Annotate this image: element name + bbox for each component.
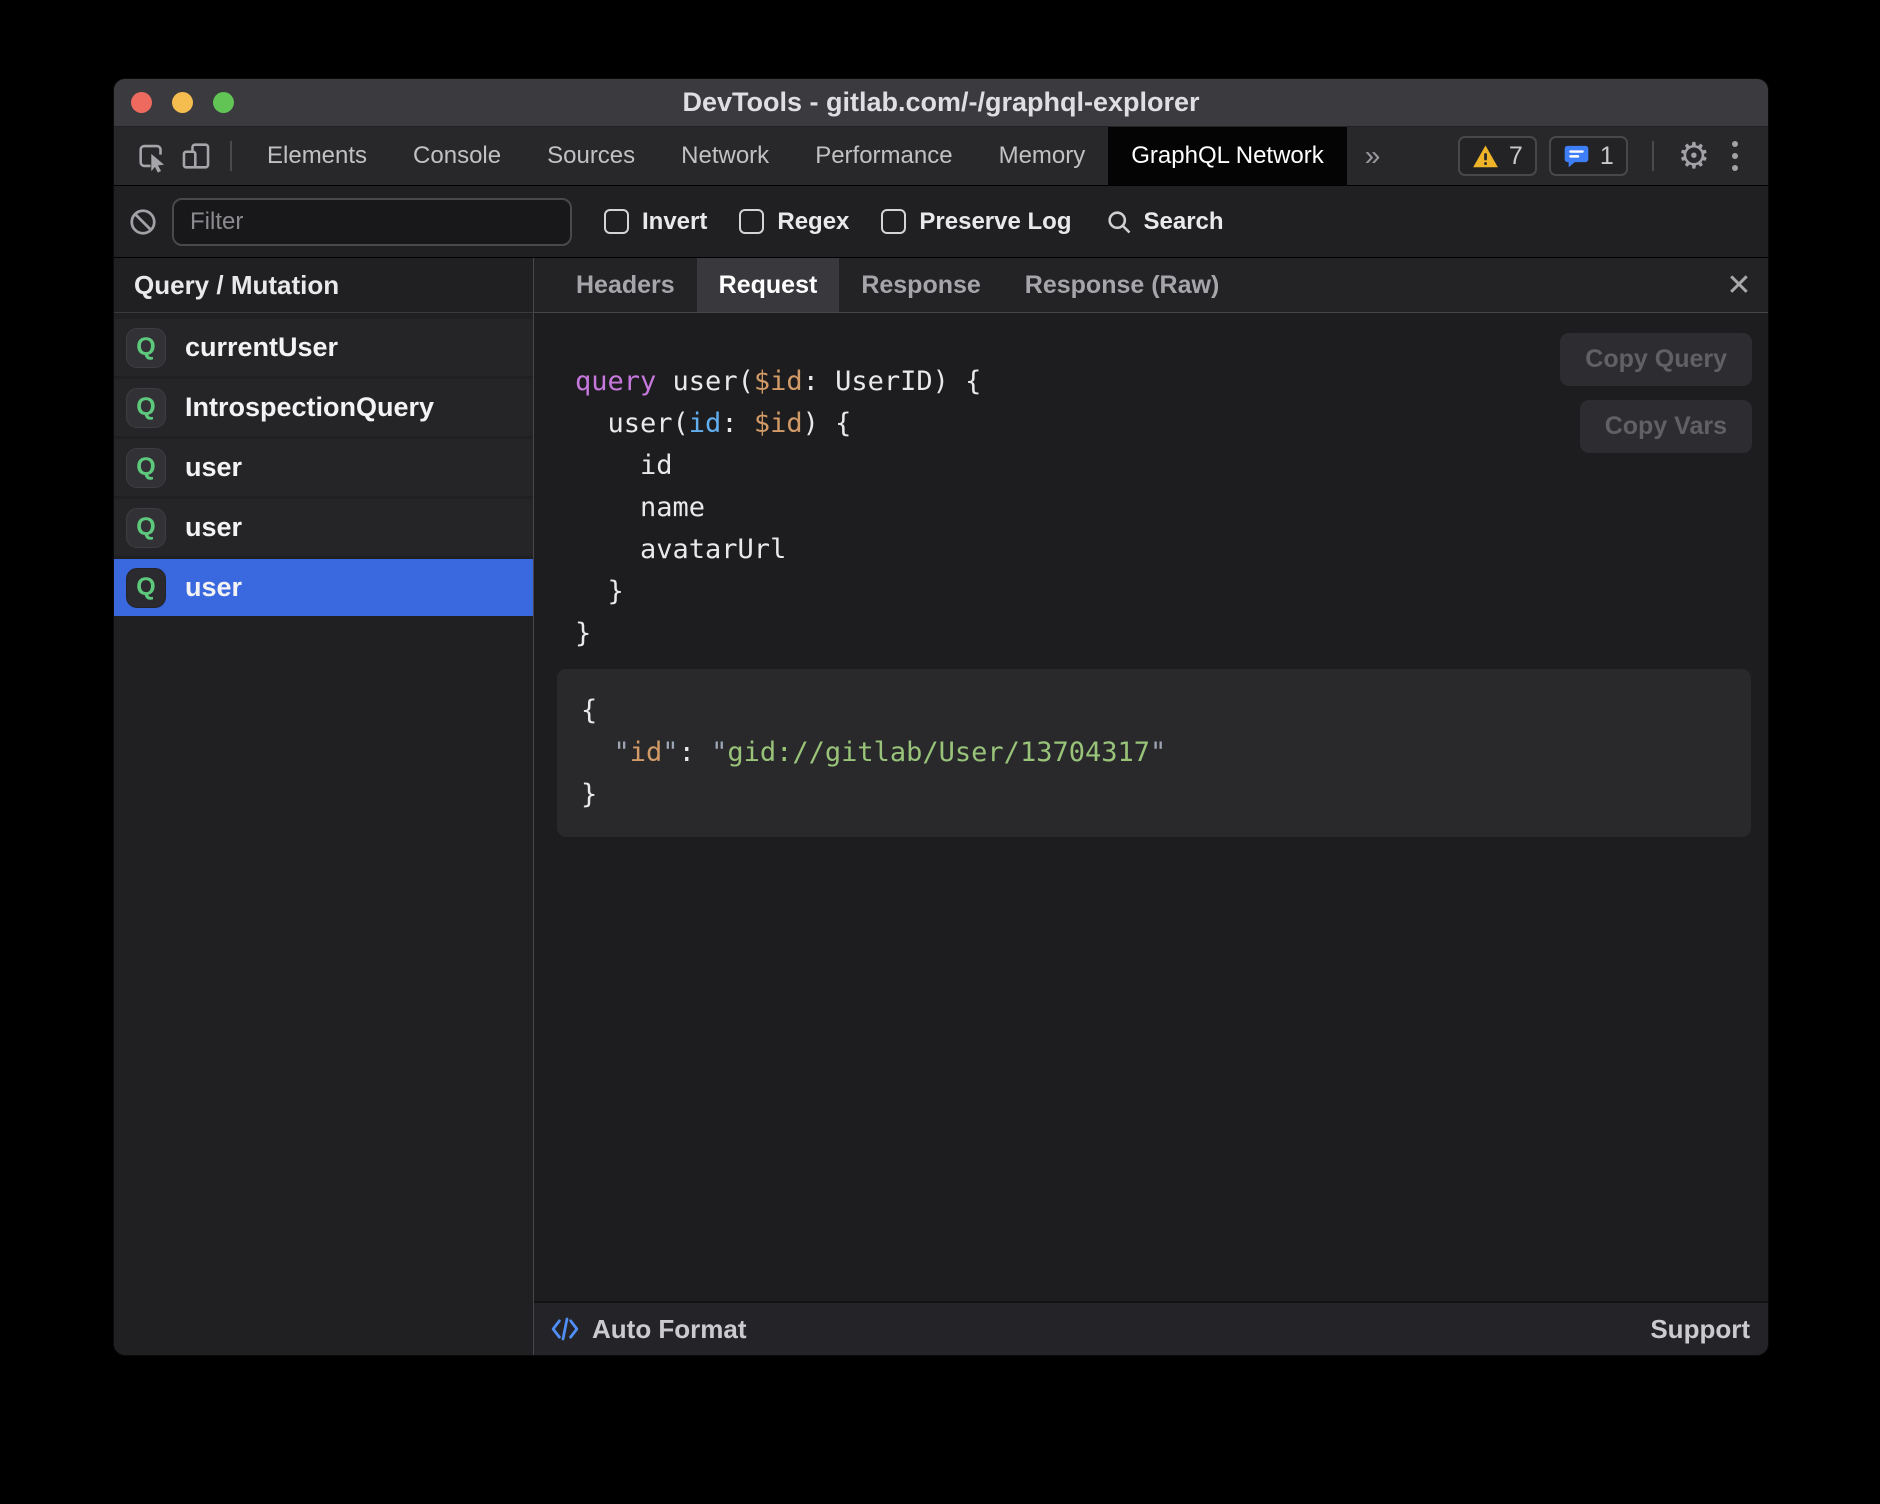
close-panel-icon[interactable]: ✕ xyxy=(1710,258,1768,312)
query-list-item-user-2[interactable]: Q user xyxy=(114,499,533,556)
query-list-item-user-3-selected[interactable]: Q user xyxy=(114,559,533,616)
tab-response[interactable]: Response xyxy=(839,258,1002,312)
devtools-window: DevTools - gitlab.com/-/graphql-explorer… xyxy=(113,78,1769,1356)
query-list-sidebar: Query / Mutation Q currentUser Q Introsp… xyxy=(114,258,534,1355)
preserve-log-label: Preserve Log xyxy=(919,208,1071,236)
invert-checkbox-group[interactable]: Invert xyxy=(604,208,707,236)
search-button[interactable]: Search xyxy=(1105,208,1223,236)
settings-gear-icon[interactable]: ⚙ xyxy=(1678,138,1710,174)
query-item-label: IntrospectionQuery xyxy=(185,392,434,423)
inspect-element-icon[interactable] xyxy=(130,136,174,176)
toolbar-separator xyxy=(230,141,232,171)
kebab-menu-icon[interactable] xyxy=(1722,141,1748,171)
query-list-item-currentuser[interactable]: Q currentUser xyxy=(114,319,533,376)
query-type-icon: Q xyxy=(126,568,166,608)
query-item-label: user xyxy=(185,572,242,603)
warning-icon xyxy=(1472,143,1499,170)
query-type-icon: Q xyxy=(126,328,166,368)
tab-console[interactable]: Console xyxy=(390,127,524,185)
sidebar-header: Query / Mutation xyxy=(114,258,533,313)
search-icon xyxy=(1105,208,1133,236)
copy-query-button[interactable]: Copy Query xyxy=(1560,333,1752,386)
copy-buttons: Copy Query Copy Vars xyxy=(1560,333,1752,453)
query-list: Q currentUser Q IntrospectionQuery Q use… xyxy=(114,313,533,616)
graphql-query-code: query user($id: UserID) { user(id: $id) … xyxy=(575,361,981,655)
regex-checkbox[interactable] xyxy=(739,209,764,234)
regex-label: Regex xyxy=(777,208,849,236)
query-type-icon: Q xyxy=(126,448,166,488)
regex-checkbox-group[interactable]: Regex xyxy=(739,208,849,236)
query-variables-box: { "id": "gid://gitlab/User/13704317"} xyxy=(557,669,1751,837)
tab-sources[interactable]: Sources xyxy=(524,127,658,185)
filter-bar: Invert Regex Preserve Log Search xyxy=(114,186,1768,258)
tab-network[interactable]: Network xyxy=(658,127,792,185)
toggle-device-toolbar-icon[interactable] xyxy=(174,136,218,176)
devtools-toolbar: Elements Console Sources Network Perform… xyxy=(114,127,1768,186)
preserve-log-checkbox-group[interactable]: Preserve Log xyxy=(881,208,1071,236)
tab-response-raw[interactable]: Response (Raw) xyxy=(1003,258,1241,312)
chat-bubble-icon xyxy=(1563,143,1590,170)
query-list-item-user-1[interactable]: Q user xyxy=(114,439,533,496)
request-content: query user($id: UserID) { user(id: $id) … xyxy=(534,313,1768,1301)
search-label: Search xyxy=(1143,208,1223,236)
minimize-window-button[interactable] xyxy=(172,92,193,113)
query-item-label: currentUser xyxy=(185,332,338,363)
query-variables-code: { "id": "gid://gitlab/User/13704317"} xyxy=(581,690,1727,816)
toolbar-right: 7 1 ⚙ xyxy=(1458,127,1768,185)
detail-tabs: Headers Request Response Response (Raw) … xyxy=(534,258,1768,313)
zoom-window-button[interactable] xyxy=(213,92,234,113)
messages-badge[interactable]: 1 xyxy=(1549,136,1628,176)
detail-panel: Headers Request Response Response (Raw) … xyxy=(534,258,1768,1355)
toolbar-left-icons xyxy=(114,127,244,185)
clear-icon[interactable] xyxy=(128,207,158,237)
warning-count: 7 xyxy=(1509,142,1523,171)
query-type-icon: Q xyxy=(126,508,166,548)
query-list-item-introspectionquery[interactable]: Q IntrospectionQuery xyxy=(114,379,533,436)
message-count: 1 xyxy=(1600,142,1614,171)
filter-input[interactable] xyxy=(172,198,572,246)
tab-elements[interactable]: Elements xyxy=(244,127,390,185)
toolbar-separator xyxy=(1652,141,1654,171)
close-window-button[interactable] xyxy=(131,92,152,113)
more-tabs-icon[interactable]: » xyxy=(1347,127,1399,185)
panel-footer: Auto Format Support xyxy=(534,1301,1768,1355)
auto-format-button[interactable]: Auto Format xyxy=(550,1314,747,1345)
window-title: DevTools - gitlab.com/-/graphql-explorer xyxy=(114,87,1768,118)
traffic-lights xyxy=(131,79,234,126)
tab-performance[interactable]: Performance xyxy=(792,127,975,185)
tab-request[interactable]: Request xyxy=(697,258,840,312)
query-item-label: user xyxy=(185,452,242,483)
invert-label: Invert xyxy=(642,208,707,236)
titlebar: DevTools - gitlab.com/-/graphql-explorer xyxy=(114,79,1768,127)
tab-headers[interactable]: Headers xyxy=(554,258,697,312)
code-brackets-icon xyxy=(550,1314,580,1344)
copy-vars-button[interactable]: Copy Vars xyxy=(1580,400,1752,453)
tab-memory[interactable]: Memory xyxy=(976,127,1109,185)
preserve-log-checkbox[interactable] xyxy=(881,209,906,234)
query-type-icon: Q xyxy=(126,388,166,428)
tab-graphql-network[interactable]: GraphQL Network xyxy=(1108,127,1347,185)
query-item-label: user xyxy=(185,512,242,543)
warnings-badge[interactable]: 7 xyxy=(1458,136,1537,176)
auto-format-label: Auto Format xyxy=(592,1314,747,1345)
invert-checkbox[interactable] xyxy=(604,209,629,234)
support-link[interactable]: Support xyxy=(1650,1314,1750,1345)
